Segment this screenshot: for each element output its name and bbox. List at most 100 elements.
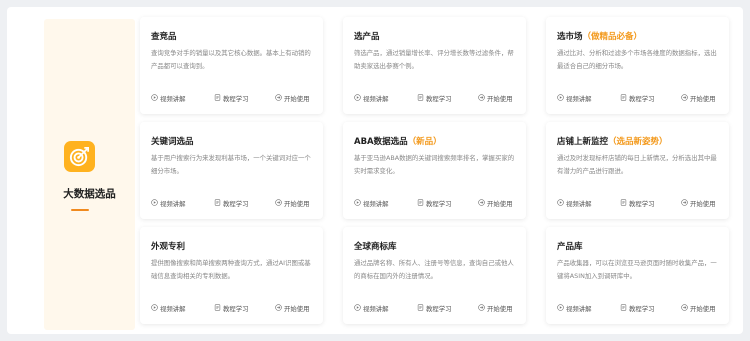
card-title-text: 选市场 — [557, 32, 583, 42]
tool-card[interactable]: 关键词选品基于用户搜索行为来发现利基市场，一个关键词对应一个细分市场。视频讲解 教… — [140, 122, 323, 219]
card-actions: 视频讲解 教程学习 开始使用 — [151, 199, 316, 210]
card-title[interactable]: ABA数据选品（新品） — [354, 135, 442, 147]
document-icon — [620, 304, 629, 313]
start-using-link[interactable]: 开始使用 — [681, 304, 716, 313]
course-tutorial-link[interactable]: 教程学习 — [214, 94, 249, 103]
card-title[interactable]: 店铺上新监控（选品新姿势） — [557, 135, 668, 147]
video-tutorial-label: 视频讲解 — [363, 305, 389, 313]
start-using-label: 开始使用 — [284, 200, 310, 208]
card-description: 基于用户搜索行为来发现利基市场，一个关键词对应一个细分市场。 — [151, 154, 311, 175]
play-icon — [557, 199, 566, 208]
category-title: 大数据选品 — [63, 188, 116, 200]
document-icon — [417, 199, 426, 208]
arrow-right-icon — [681, 94, 690, 103]
course-tutorial-label: 教程学习 — [629, 200, 655, 208]
start-using-link[interactable]: 开始使用 — [478, 304, 513, 313]
card-description: 通过及时发现标杆店铺的每日上新情况，分析选出其中最有潜力的产品进行跟进。 — [557, 154, 717, 175]
tool-card[interactable]: ABA数据选品（新品） 基于亚马逊ABA数据的关键词搜索频率排名，掌握买家的实时需… — [343, 122, 526, 219]
card-title[interactable]: 选产品 — [354, 30, 380, 42]
card-title-text: 外观专利 — [151, 242, 186, 252]
card-title-text: 店铺上新监控 — [557, 137, 609, 147]
video-tutorial-label: 视频讲解 — [363, 95, 389, 103]
video-tutorial-label: 视频讲解 — [566, 305, 592, 313]
tool-card[interactable]: 外观专利提供图像搜索和简单搜索两种查询方式，通过AI识图或基础信息查询相关的专利… — [140, 227, 323, 324]
course-tutorial-link[interactable]: 教程学习 — [620, 304, 655, 313]
start-using-link[interactable]: 开始使用 — [275, 199, 310, 208]
arrow-right-icon — [275, 304, 284, 313]
video-tutorial-link[interactable]: 视频讲解 — [151, 199, 186, 208]
card-title[interactable]: 外观专利 — [151, 240, 185, 252]
play-icon — [354, 304, 363, 313]
start-using-link[interactable]: 开始使用 — [681, 199, 716, 208]
card-title-text: 全球商标库 — [354, 242, 397, 252]
start-using-label: 开始使用 — [690, 305, 716, 313]
course-tutorial-label: 教程学习 — [426, 305, 452, 313]
category-underline — [71, 209, 89, 211]
document-icon — [417, 304, 426, 313]
document-icon — [417, 94, 426, 103]
course-tutorial-link[interactable]: 教程学习 — [620, 199, 655, 208]
play-icon — [151, 94, 160, 103]
video-tutorial-link[interactable]: 视频讲解 — [557, 304, 592, 313]
card-title-text: 选产品 — [354, 32, 380, 42]
video-tutorial-link[interactable]: 视频讲解 — [354, 94, 389, 103]
tool-card[interactable]: 选产品 筛选产品，通过销量增长率、评分增长数等过滤条件，帮助卖家选出参赛个例。 视频… — [343, 17, 526, 114]
start-using-link[interactable]: 开始使用 — [478, 199, 513, 208]
card-title[interactable]: 全球商标库 — [354, 240, 397, 252]
video-tutorial-link[interactable]: 视频讲解 — [557, 199, 592, 208]
card-title[interactable]: 选市场（做精品必备） — [557, 30, 642, 42]
video-tutorial-link[interactable]: 视频讲解 — [151, 94, 186, 103]
course-tutorial-link[interactable]: 教程学习 — [620, 94, 655, 103]
course-tutorial-link[interactable]: 教程学习 — [417, 94, 452, 103]
start-using-label: 开始使用 — [690, 200, 716, 208]
play-icon — [354, 94, 363, 103]
course-tutorial-label: 教程学习 — [629, 305, 655, 313]
arrow-right-icon — [478, 199, 487, 208]
start-using-link[interactable]: 开始使用 — [275, 304, 310, 313]
video-tutorial-link[interactable]: 视频讲解 — [151, 304, 186, 313]
play-icon — [557, 94, 566, 103]
play-icon — [557, 304, 566, 313]
video-tutorial-link[interactable]: 视频讲解 — [354, 199, 389, 208]
tool-card[interactable]: 选市场（做精品必备） 通过比对、分析和过滤多个市场各维度的数据指标，选出最适合自己… — [546, 17, 729, 114]
arrow-right-icon — [275, 199, 284, 208]
course-tutorial-link[interactable]: 教程学习 — [214, 199, 249, 208]
document-icon — [214, 199, 223, 208]
start-using-link[interactable]: 开始使用 — [275, 94, 310, 103]
course-tutorial-link[interactable]: 教程学习 — [417, 304, 452, 313]
video-tutorial-label: 视频讲解 — [160, 200, 186, 208]
document-icon — [214, 94, 223, 103]
card-actions: 视频讲解 教程学习 开始使用 — [151, 94, 316, 105]
start-using-label: 开始使用 — [487, 305, 513, 313]
card-title[interactable]: 查竞品 — [151, 30, 177, 42]
target-icon — [64, 141, 95, 172]
video-tutorial-link[interactable]: 视频讲解 — [354, 304, 389, 313]
arrow-right-icon — [478, 94, 487, 103]
start-using-label: 开始使用 — [284, 305, 310, 313]
document-icon — [214, 304, 223, 313]
video-tutorial-link[interactable]: 视频讲解 — [557, 94, 592, 103]
card-actions: 视频讲解 教程学习 开始使用 — [557, 304, 722, 315]
card-title[interactable]: 关键词选品 — [151, 135, 194, 147]
course-tutorial-label: 教程学习 — [223, 200, 249, 208]
card-title-highlight: （选品新姿势） — [608, 137, 668, 147]
course-tutorial-label: 教程学习 — [223, 95, 249, 103]
arrow-right-icon — [478, 304, 487, 313]
start-using-link[interactable]: 开始使用 — [681, 94, 716, 103]
tool-card[interactable]: 产品库 产品收集器，可以在浏览亚马逊页面时随时收集产品，一键将ASIN加入到调研库… — [546, 227, 729, 324]
video-tutorial-label: 视频讲解 — [160, 305, 186, 313]
start-using-link[interactable]: 开始使用 — [478, 94, 513, 103]
tool-card[interactable]: 查竞品 查询竞争对手的销量以及其它核心数据。基本上有动销的产品都可以查询到。 视频讲… — [140, 17, 323, 114]
tool-card[interactable]: 全球商标库 通过品牌名称、所有人、注册号等信息，查询自己或他人的商标在国内外的注册… — [343, 227, 526, 324]
document-icon — [620, 94, 629, 103]
card-description: 提供图像搜索和简单搜索两种查询方式，通过AI识图或基础信息查询相关的专利数据。 — [151, 259, 311, 280]
course-tutorial-link[interactable]: 教程学习 — [214, 304, 249, 313]
card-title-highlight: （新品） — [407, 137, 442, 147]
card-title[interactable]: 产品库 — [557, 240, 583, 252]
card-title-text: ABA数据选品 — [354, 137, 408, 147]
arrow-right-icon — [275, 94, 284, 103]
video-tutorial-label: 视频讲解 — [363, 200, 389, 208]
course-tutorial-link[interactable]: 教程学习 — [417, 199, 452, 208]
play-icon — [151, 304, 160, 313]
tool-card[interactable]: 店铺上新监控（选品新姿势） 通过及时发现标杆店铺的每日上新情况，分析选出其中最有潜… — [546, 122, 729, 219]
